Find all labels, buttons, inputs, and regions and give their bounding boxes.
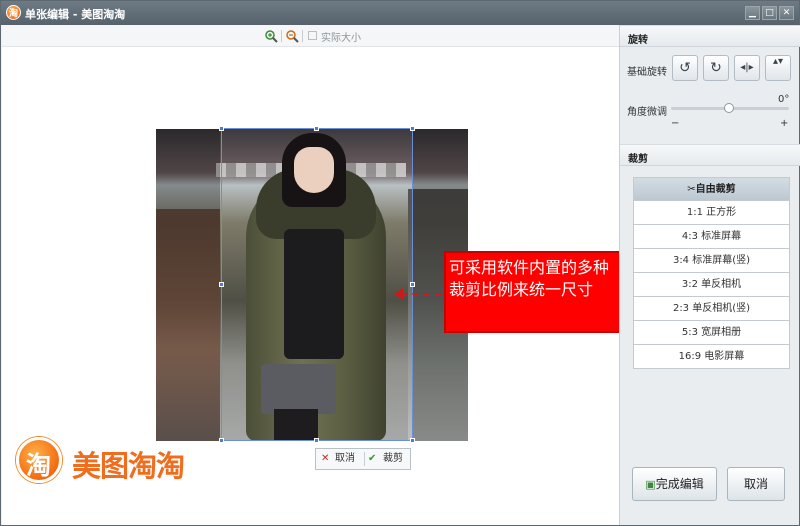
angle-plus: + xyxy=(780,118,789,129)
restore-button[interactable]: □ xyxy=(762,6,777,20)
annotation-arrow xyxy=(401,293,441,295)
arrow-head-icon xyxy=(394,288,403,300)
finish-edit-label: 完成编辑 xyxy=(655,477,704,491)
app-logo-icon: 淘 xyxy=(6,5,21,20)
crop-confirm-button[interactable]: 裁剪 xyxy=(383,449,403,469)
window-title: 单张编辑 - 美图淘淘 xyxy=(25,8,126,21)
crop-cancel-button[interactable]: 取消 xyxy=(335,449,355,469)
finish-icon: ▣ xyxy=(645,478,656,491)
crop-option-16-9[interactable]: 16:9 电影屏幕 xyxy=(633,345,790,369)
meitu-taotao-logo: 淘 美图淘淘 xyxy=(16,437,226,485)
crop-section-header: 裁剪 xyxy=(620,144,800,166)
finish-edit-button[interactable]: ▣完成编辑 xyxy=(632,467,717,501)
crop-handle[interactable] xyxy=(314,438,319,443)
close-icon: ✕ xyxy=(321,453,330,464)
crop-handle[interactable] xyxy=(410,282,415,287)
app-logo-glyph: 淘 xyxy=(9,9,19,19)
side-panel: 旋转 基础旋转 ↺ ↻ ◂|▸ ▴▾ 0° 角度微调 − + 裁剪 ✂自由裁剪 … xyxy=(619,25,800,525)
crop-dim-mask xyxy=(156,129,220,441)
crop-option-3-2[interactable]: 3:2 单反相机 xyxy=(633,273,790,297)
close-button[interactable]: ✕ xyxy=(779,6,794,20)
toolbar-divider xyxy=(302,30,303,42)
zoom-out-icon[interactable] xyxy=(285,29,299,43)
basic-rotate-label: 基础旋转 xyxy=(627,67,667,78)
logo-glyph: 淘 xyxy=(26,451,52,480)
check-icon: ✔ xyxy=(368,453,377,464)
rotate-left-button[interactable]: ↺ xyxy=(672,55,698,81)
crop-handle[interactable] xyxy=(219,282,224,287)
crop-option-5-3[interactable]: 5:3 宽屏相册 xyxy=(633,321,790,345)
crop-option-4-3[interactable]: 4:3 标准屏幕 xyxy=(633,225,790,249)
angle-slider-thumb[interactable] xyxy=(724,103,734,113)
toolbar-divider xyxy=(281,30,282,42)
section-title: 裁剪 xyxy=(628,154,648,165)
crop-option-3-4[interactable]: 3:4 标准屏幕(竖) xyxy=(633,249,790,273)
angle-minus: − xyxy=(671,118,680,129)
fine-tune-label: 角度微调 xyxy=(627,107,667,118)
flip-vertical-button[interactable]: ▴▾ xyxy=(765,55,791,81)
title-bar[interactable]: 淘 单张编辑 - 美图淘淘 ▁ □ ✕ xyxy=(1,1,799,25)
view-toolbar: 实际大小 xyxy=(2,25,619,47)
crop-option-2-3[interactable]: 2:3 单反相机(竖) xyxy=(633,297,790,321)
divider xyxy=(364,452,365,466)
crop-handle[interactable] xyxy=(410,126,415,131)
logo-badge-icon: 淘 xyxy=(16,437,62,483)
crop-ratio-list: ✂自由裁剪 1:1 正方形 4:3 标准屏幕 3:4 标准屏幕(竖) 3:2 单… xyxy=(633,177,790,369)
crop-option-1-1[interactable]: 1:1 正方形 xyxy=(633,201,790,225)
crop-handle[interactable] xyxy=(314,126,319,131)
logo-text: 美图淘淘 xyxy=(72,449,185,483)
actual-size-button[interactable]: 实际大小 xyxy=(321,29,361,44)
crop-action-bar: ✕ 取消 ✔ 裁剪 xyxy=(315,448,411,470)
editor-window: 淘 单张编辑 - 美图淘淘 ▁ □ ✕ 实际大小 ✕ 取消 ✔ 裁剪 淘 美图淘… xyxy=(0,0,800,526)
rotate-right-button[interactable]: ↻ xyxy=(703,55,729,81)
crop-option-free[interactable]: ✂自由裁剪 xyxy=(633,177,790,201)
actual-size-icon xyxy=(308,31,317,40)
cancel-edit-button[interactable]: 取消 xyxy=(727,467,785,501)
zoom-in-icon[interactable] xyxy=(264,29,278,43)
rotate-section-header: 旋转 xyxy=(620,25,800,47)
flip-horizontal-button[interactable]: ◂|▸ xyxy=(734,55,760,81)
minimize-button[interactable]: ▁ xyxy=(745,6,760,20)
angle-value: 0° xyxy=(778,94,790,105)
section-title: 旋转 xyxy=(628,35,648,46)
annotation-callout: 可采用软件内置的多种裁剪比例来统一尺寸 xyxy=(444,251,621,333)
crop-selection-box[interactable] xyxy=(219,126,415,443)
crop-handle[interactable] xyxy=(410,438,415,443)
crop-handle[interactable] xyxy=(219,126,224,131)
